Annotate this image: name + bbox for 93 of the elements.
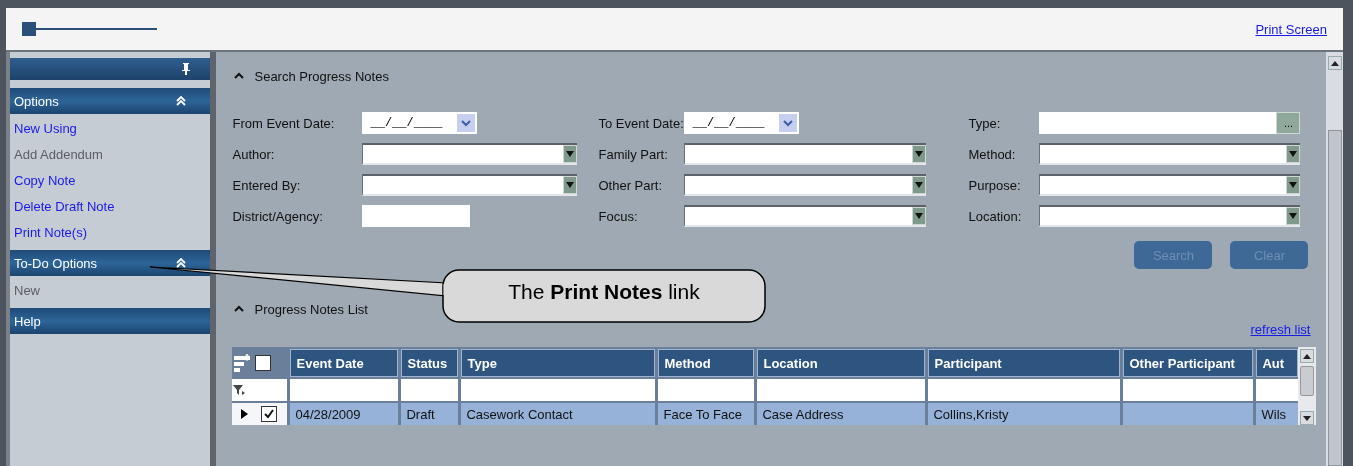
section-title: Progress Notes List — [254, 301, 368, 317]
caret-icon — [566, 182, 575, 188]
lookup-field[interactable]: ... — [1039, 112, 1301, 134]
combo-box[interactable] — [684, 205, 927, 227]
caret-icon — [915, 182, 924, 188]
field-label: Entered By: — [232, 177, 302, 193]
table-cell: Case Address — [757, 403, 926, 425]
field-label: To Event Date: — [598, 115, 685, 131]
filter-field[interactable] — [1123, 379, 1254, 401]
combo-box[interactable] — [362, 143, 578, 165]
filter-field[interactable] — [1256, 379, 1299, 401]
sidebar-section-header[interactable]: Help — [10, 308, 211, 334]
column-header[interactable]: Aut — [1256, 349, 1299, 377]
chevron-icon — [783, 119, 794, 127]
table-scrollbar[interactable] — [1298, 347, 1317, 425]
caret-icon — [1289, 151, 1298, 157]
refresh-link[interactable]: refresh list — [1250, 322, 1311, 337]
input-field[interactable] — [362, 205, 471, 227]
column-header[interactable]: Type — [461, 349, 656, 377]
combo-box[interactable] — [1039, 205, 1301, 227]
combo-box[interactable] — [362, 174, 578, 196]
print-screen-link[interactable]: Print Screen — [1255, 21, 1327, 37]
column-header[interactable]: Location — [757, 349, 926, 377]
column-chooser-icon[interactable] — [232, 352, 253, 374]
column-header[interactable]: Other Participant — [1123, 349, 1254, 377]
table-cell: Wils — [1256, 403, 1299, 425]
sidebar-link[interactable]: Copy Note — [10, 168, 211, 194]
sidebar-link[interactable]: Delete Draft Note — [10, 194, 211, 220]
combo-box[interactable] — [1039, 143, 1301, 165]
sidebar-link[interactable]: New Using — [10, 116, 211, 142]
dropdown-button[interactable] — [912, 145, 927, 163]
field-label: Purpose: — [968, 177, 1022, 193]
scroll-up-icon[interactable] — [1330, 60, 1339, 66]
table-cell: Casework Contact — [461, 403, 656, 425]
calendar-dropdown-button[interactable] — [457, 114, 476, 132]
dropdown-button[interactable] — [1286, 176, 1301, 194]
table-cell: Face To Face — [658, 403, 755, 425]
caret-icon — [915, 213, 924, 219]
combo-box[interactable] — [684, 174, 927, 196]
field-label: Focus: — [598, 208, 639, 224]
filter-field[interactable] — [290, 379, 399, 401]
calendar-dropdown-button[interactable] — [779, 114, 798, 132]
dropdown-button[interactable] — [912, 207, 927, 225]
filter-field[interactable] — [757, 379, 926, 401]
field-label: From Event Date: — [232, 115, 336, 131]
sidebar-section-header[interactable]: Options — [10, 88, 211, 114]
sidebar-link[interactable]: Print Note(s) — [10, 220, 211, 246]
column-header[interactable]: Participant — [928, 349, 1121, 377]
scroll-up-icon[interactable] — [1303, 353, 1312, 359]
caret-icon — [1289, 213, 1298, 219]
collapse-icon[interactable] — [176, 96, 187, 106]
field-label: Other Part: — [598, 177, 664, 193]
scroll-down-icon[interactable] — [1303, 415, 1312, 421]
callout-text: The Print Notes link — [507, 280, 701, 304]
table-cell: 04/28/2009 — [290, 403, 399, 425]
table-cell: Collins,Kristy — [928, 403, 1121, 425]
field-label: Method: — [968, 146, 1017, 162]
caret-icon — [915, 151, 924, 157]
column-header[interactable]: Event Date — [290, 349, 399, 377]
collapse-icon[interactable] — [176, 258, 187, 268]
dropdown-button[interactable] — [563, 176, 578, 194]
chevron-icon — [461, 119, 472, 127]
date-field[interactable]: __/__/____ — [684, 112, 800, 134]
field-label: Location: — [968, 208, 1023, 224]
lookup-button[interactable]: ... — [1276, 112, 1301, 134]
select-all-checkbox[interactable] — [255, 355, 272, 371]
dropdown-button[interactable] — [1286, 207, 1301, 225]
dropdown-button[interactable] — [563, 145, 578, 163]
field-label: Family Part: — [598, 146, 669, 162]
filter-icon[interactable] — [232, 383, 247, 397]
field-label: Author: — [232, 146, 276, 162]
combo-box[interactable] — [684, 143, 927, 165]
date-field[interactable]: __/__/____ — [362, 112, 478, 134]
column-header[interactable]: Method — [658, 349, 755, 377]
filter-field[interactable] — [401, 379, 459, 401]
field-label: District/Agency: — [232, 208, 324, 224]
dropdown-button[interactable] — [1286, 145, 1301, 163]
pin-icon[interactable] — [182, 63, 191, 75]
sidebar-section-header[interactable]: To-Do Options — [10, 250, 211, 276]
combo-box[interactable] — [1039, 174, 1301, 196]
caret-icon — [566, 151, 575, 157]
dropdown-button[interactable] — [912, 176, 927, 194]
field-label: Type: — [968, 115, 1002, 131]
section-title: Search Progress Notes — [254, 68, 389, 84]
page-scrollbar[interactable] — [1326, 52, 1343, 466]
filter-field[interactable] — [928, 379, 1121, 401]
row-checkbox[interactable] — [261, 406, 278, 422]
filter-field[interactable] — [658, 379, 755, 401]
filter-field[interactable] — [461, 379, 656, 401]
caret-icon — [1289, 182, 1298, 188]
zoom-slider[interactable] — [22, 22, 157, 36]
column-header[interactable]: Status — [401, 349, 459, 377]
table-cell: Draft — [401, 403, 459, 425]
